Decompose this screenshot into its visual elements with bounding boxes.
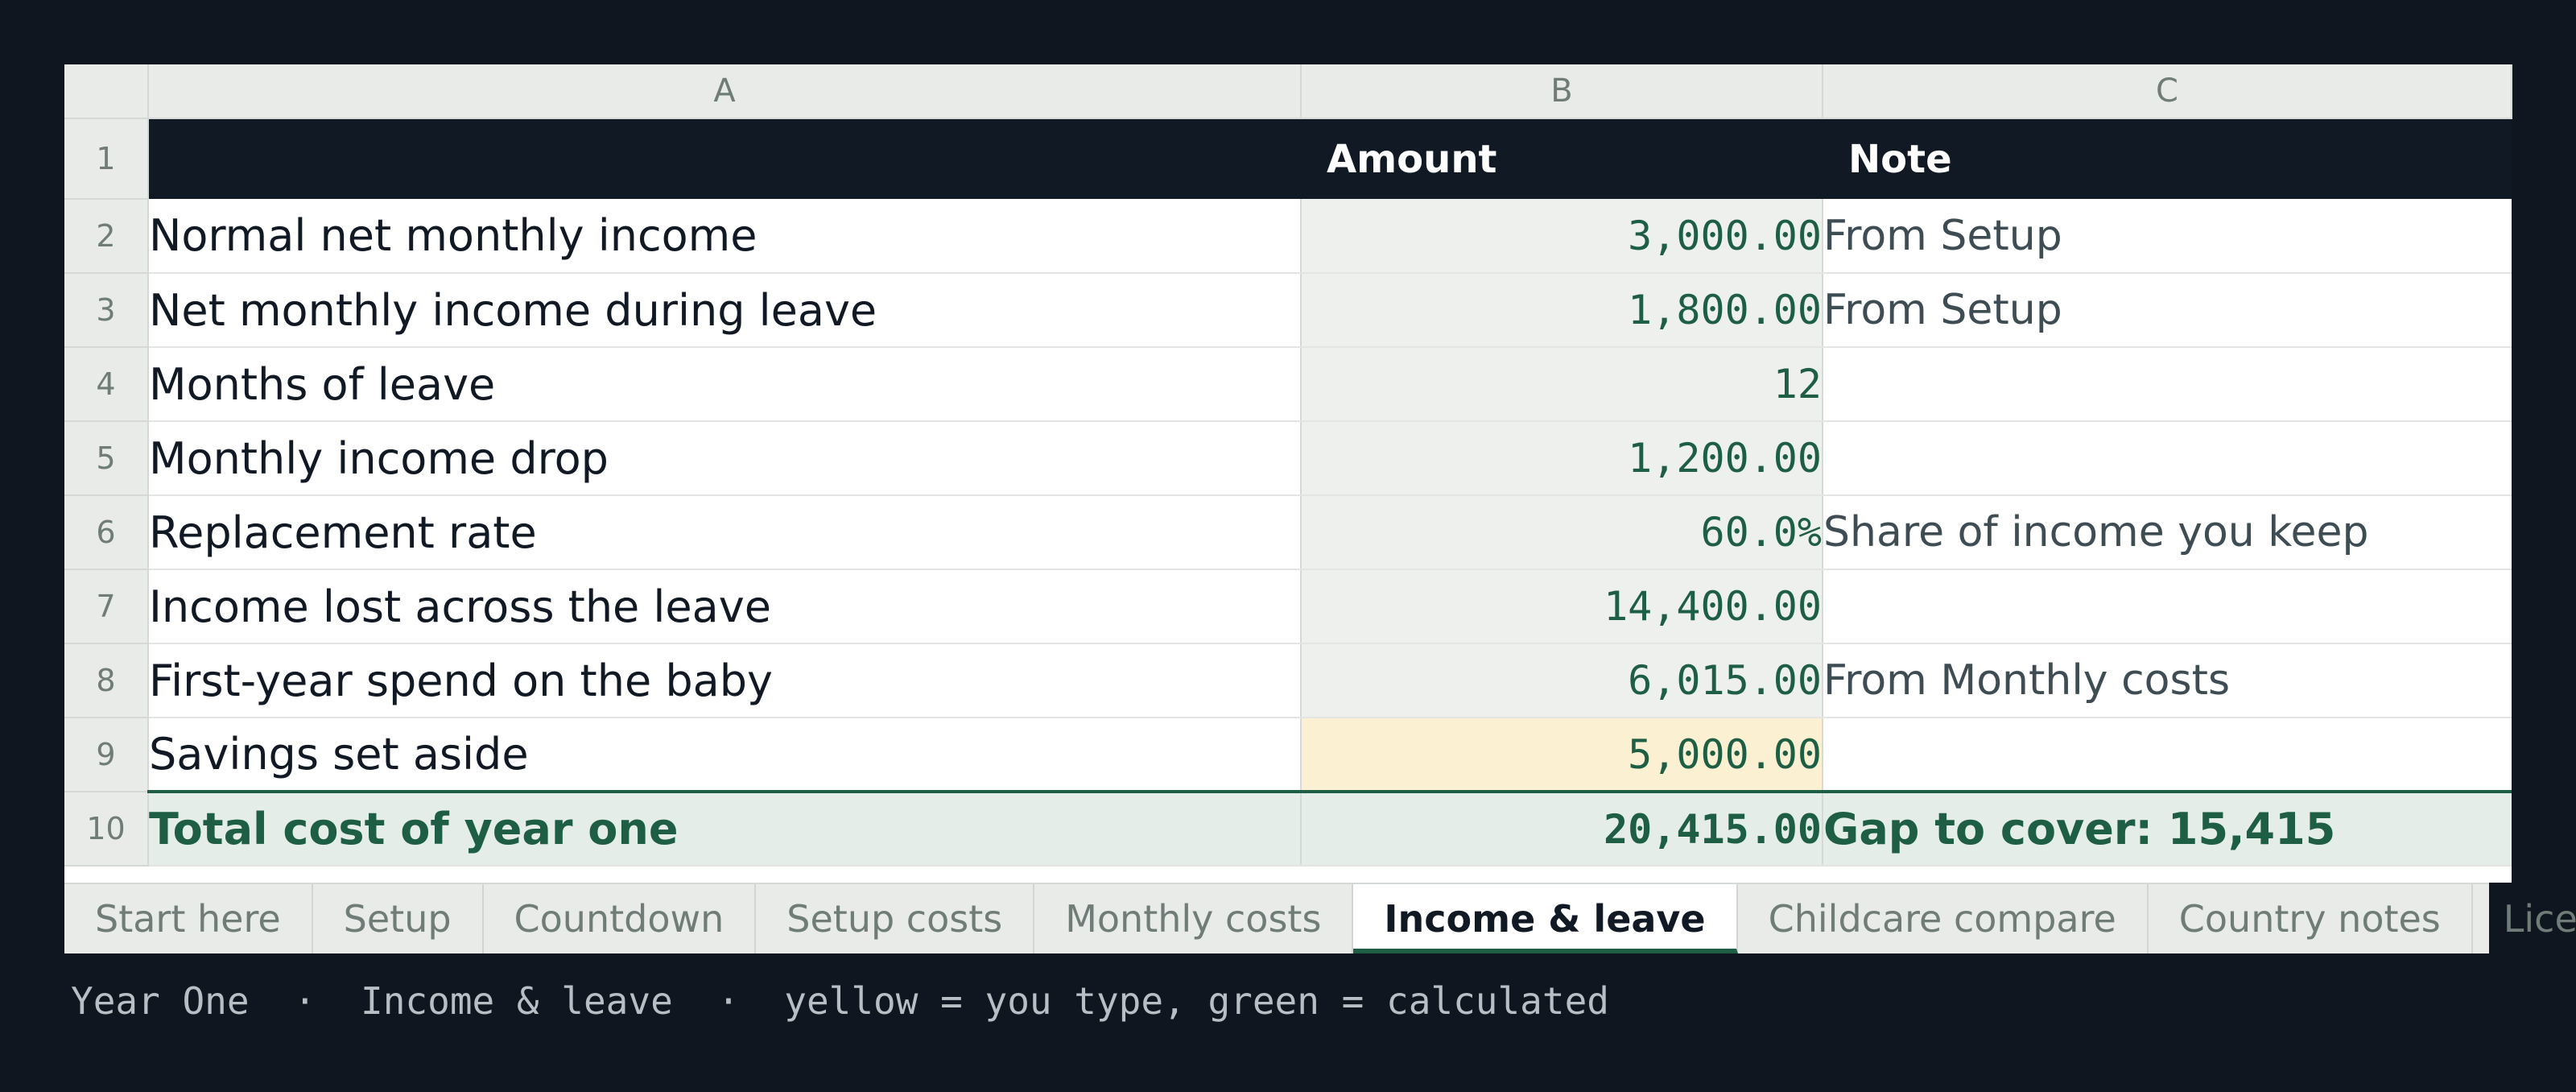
row-number[interactable]: 9 xyxy=(64,718,149,792)
status-app-name: Year One xyxy=(71,979,250,1023)
total-row: 10 Total cost of year one 20,415.00 Gap … xyxy=(64,790,2512,867)
cell-note[interactable]: From Monthly costs xyxy=(1823,643,2512,718)
status-sheet-name: Income & leave xyxy=(361,979,673,1023)
cell-amount[interactable]: 14,400.00 xyxy=(1300,569,1823,644)
table-row: 7 Income lost across the leave 14,400.00 xyxy=(64,569,2512,644)
cell-label[interactable]: Normal net monthly income xyxy=(148,199,1301,274)
cell-note[interactable] xyxy=(1823,569,2512,644)
status-separator: · xyxy=(717,979,740,1023)
tab-monthly-costs[interactable]: Monthly costs xyxy=(1034,884,1354,953)
tab-licence[interactable]: Licence xyxy=(2473,884,2576,953)
cell-amount[interactable]: 12 xyxy=(1300,347,1823,422)
row-number[interactable]: 1 xyxy=(64,118,149,200)
cell-note[interactable]: From Setup xyxy=(1823,273,2512,348)
cell-b1[interactable]: Amount xyxy=(1301,118,1823,199)
sheet-tab-bar: Start here Setup Countdown Setup costs M… xyxy=(64,883,2576,953)
cell-table: A B C 1 Amount Note 2 Normal net monthly… xyxy=(64,64,2512,867)
cell-note[interactable]: From Setup xyxy=(1823,199,2512,274)
row-number[interactable]: 2 xyxy=(64,199,149,274)
status-bar: Year One · Income & leave · yellow = you… xyxy=(71,979,1609,1023)
tab-setup-costs[interactable]: Setup costs xyxy=(756,884,1035,953)
cell-label[interactable]: Monthly income drop xyxy=(148,421,1301,496)
row-number[interactable]: 10 xyxy=(64,792,149,867)
table-row: 5 Monthly income drop 1,200.00 xyxy=(64,421,2512,496)
column-header-c[interactable]: C xyxy=(1823,64,2512,119)
cell-amount[interactable]: 1,200.00 xyxy=(1300,421,1823,496)
total-note[interactable]: Gap to cover: 15,415 xyxy=(1823,790,2512,867)
cell-label[interactable]: Months of leave xyxy=(148,347,1301,422)
row-number[interactable]: 5 xyxy=(64,421,149,496)
tab-setup[interactable]: Setup xyxy=(313,884,484,953)
spreadsheet-grid: A B C 1 Amount Note 2 Normal net monthly… xyxy=(64,64,2512,883)
cell-label[interactable]: Replacement rate xyxy=(148,495,1301,570)
status-hint: yellow = you type, green = calculated xyxy=(784,979,1609,1023)
tab-country-notes[interactable]: Country notes xyxy=(2149,884,2473,953)
table-row: 4 Months of leave 12 xyxy=(64,347,2512,422)
cell-label[interactable]: First-year spend on the baby xyxy=(148,643,1301,718)
status-separator: · xyxy=(293,979,316,1023)
row-number[interactable]: 8 xyxy=(64,643,149,718)
cell-note[interactable] xyxy=(1823,347,2512,422)
cell-label[interactable]: Net monthly income during leave xyxy=(148,273,1301,348)
cell-amount[interactable]: 60.0% xyxy=(1300,495,1823,570)
cell-a1[interactable] xyxy=(148,118,1301,199)
cell-c1[interactable]: Note xyxy=(1823,118,2512,199)
column-header-b[interactable]: B xyxy=(1301,64,1823,119)
total-amount[interactable]: 20,415.00 xyxy=(1300,790,1823,867)
select-all-corner[interactable] xyxy=(64,64,149,119)
table-row: 8 First-year spend on the baby 6,015.00 … xyxy=(64,643,2512,718)
table-row: 9 Savings set aside 5,000.00 xyxy=(64,718,2512,792)
input-cell-savings[interactable]: 5,000.00 xyxy=(1300,718,1823,792)
table-row: 6 Replacement rate 60.0% Share of income… xyxy=(64,495,2512,570)
total-label[interactable]: Total cost of year one xyxy=(148,790,1301,867)
row-number[interactable]: 7 xyxy=(64,569,149,644)
cell-amount[interactable]: 6,015.00 xyxy=(1300,643,1823,718)
table-row: 2 Normal net monthly income 3,000.00 Fro… xyxy=(64,199,2512,274)
cell-label[interactable]: Savings set aside xyxy=(148,718,1301,792)
column-header-row: A B C xyxy=(64,64,2512,119)
table-row: 3 Net monthly income during leave 1,800.… xyxy=(64,273,2512,348)
cell-label[interactable]: Income lost across the leave xyxy=(148,569,1301,644)
table-header-row: 1 Amount Note xyxy=(64,118,2512,200)
cell-note[interactable] xyxy=(1823,718,2512,792)
row-number[interactable]: 3 xyxy=(64,273,149,348)
cell-note[interactable]: Share of income you keep xyxy=(1823,495,2512,570)
row-number[interactable]: 6 xyxy=(64,495,149,570)
cell-amount[interactable]: 3,000.00 xyxy=(1300,199,1823,274)
cell-amount[interactable]: 1,800.00 xyxy=(1300,273,1823,348)
column-header-a[interactable]: A xyxy=(148,64,1302,119)
tab-income-leave[interactable]: Income & leave xyxy=(1353,884,1738,953)
tab-countdown[interactable]: Countdown xyxy=(484,884,757,953)
tab-childcare-compare[interactable]: Childcare compare xyxy=(1738,884,2149,953)
cell-note[interactable] xyxy=(1823,421,2512,496)
row-number[interactable]: 4 xyxy=(64,347,149,422)
tab-start-here[interactable]: Start here xyxy=(64,884,313,953)
